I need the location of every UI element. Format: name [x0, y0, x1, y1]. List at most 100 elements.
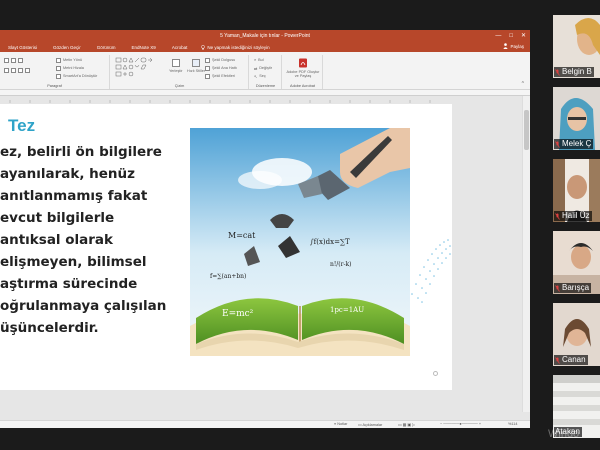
normal-view-icon[interactable]: ▭: [398, 423, 402, 427]
paint-bucket-icon: [205, 57, 210, 63]
microphone-muted-icon: [555, 212, 560, 220]
decorative-wave-dots: [411, 239, 451, 303]
close-button[interactable]: ✕: [521, 30, 526, 42]
participant-name: Barışça: [562, 283, 590, 292]
slide-canvas[interactable]: Tez ez, belirli ön bilgilere ayanılarak,…: [0, 104, 452, 390]
svg-text:n!/(r-k): n!/(r-k): [330, 261, 352, 268]
scrollbar-thumb[interactable]: [524, 110, 529, 150]
body-line-9[interactable]: üşüncelerdir.: [0, 320, 99, 336]
arrange-icon: [171, 59, 180, 67]
participant-tile-2[interactable]: Melek Ç: [553, 87, 600, 150]
zoom-slider[interactable]: − ──────●────── +: [440, 422, 481, 426]
drawing-group: Yerleştir Hızlı Stiller Şekil Dolgusu Şe…: [111, 55, 249, 89]
align-buttons[interactable]: [4, 67, 30, 73]
ruler-ticks: [9, 100, 431, 103]
quick-styles-button[interactable]: Hızlı Stiller: [187, 59, 205, 73]
body-line-7[interactable]: aştırma sürecinde: [0, 276, 137, 292]
notes-label: Notlar: [337, 422, 348, 426]
smartart-button[interactable]: SmartArt'a Dönüştür: [56, 73, 97, 79]
participant-name-tag: Halil Üz: [554, 211, 592, 221]
list-buttons[interactable]: [4, 57, 23, 63]
tell-me-text: Ne yapmak istediğinizi söyleyin: [207, 44, 270, 50]
select-button[interactable]: ↖ Seç: [254, 73, 266, 79]
smartart-label: SmartArt'a Dönüştür: [63, 74, 98, 78]
zoom-level[interactable]: %114: [508, 422, 517, 426]
screen: 5 Yaman_Makale için tınlar - PowerPoint …: [0, 0, 600, 450]
shape-effects-button[interactable]: Şekil Efektleri: [205, 73, 235, 79]
collapse-ribbon-icon[interactable]: ^: [522, 81, 524, 87]
tab-slide-show[interactable]: Slayt Gösterisi: [0, 45, 45, 50]
participant-name: Belgin B: [562, 67, 592, 76]
comments-label: Açıklamalar: [362, 423, 383, 427]
adobe-pdf-icon: [299, 58, 307, 68]
body-line-3[interactable]: anıtlanmamış fakat: [0, 188, 147, 204]
body-line-4[interactable]: evcut bilgilerle: [0, 210, 114, 226]
adobe-group: Adobe PDF Oluştur ve Paylaş Adobe Acroba…: [283, 55, 323, 89]
participant-tile-1[interactable]: Belgin B: [553, 15, 600, 78]
lightbulb-icon: [201, 44, 206, 50]
quick-styles-label: Hızlı Stiller: [187, 69, 206, 73]
arrange-button[interactable]: Yerleştir: [169, 59, 183, 73]
share-button[interactable]: Paylaş: [503, 43, 524, 51]
minimize-button[interactable]: —: [495, 30, 501, 42]
tab-acrobat[interactable]: Acrobat: [164, 45, 196, 50]
tell-me-search[interactable]: Ne yapmak istediğinizi söyleyin: [201, 44, 270, 50]
bullets-icon: [4, 57, 9, 63]
editing-group: ⌕ Bul ⇄ Değiştir ↖ Seç Düzenleme: [250, 55, 282, 89]
shapes-gallery-icon[interactable]: [115, 57, 165, 79]
replace-icon: ⇄: [254, 66, 258, 71]
align-text-label: Metni Hizala: [63, 66, 84, 70]
windows-activation-watermark: Windo: [548, 428, 580, 440]
drawing-group-label: Çizim: [174, 84, 185, 88]
view-buttons[interactable]: ▭ ▦ ▣ ▷: [398, 422, 415, 427]
body-line-6[interactable]: elişmeyen, bilimsel: [0, 254, 147, 270]
body-line-5[interactable]: antıksal olarak: [0, 232, 113, 248]
window-title: 5 Yaman_Makale için tınlar - PowerPoint: [220, 33, 310, 39]
shape-fill-button[interactable]: Şekil Dolgusu: [205, 57, 235, 63]
maximize-button[interactable]: □: [509, 30, 513, 42]
justify-icon: [25, 67, 30, 73]
participant-tile-5[interactable]: Canan: [553, 303, 600, 366]
book-illustration-image[interactable]: M=cat ∫f(x)dx=∑T n!/(r-k) f=∑(an+bn) E=m…: [190, 128, 410, 356]
shape-effects-label: Şekil Efektleri: [212, 74, 236, 78]
ruler: [0, 90, 530, 103]
find-button[interactable]: ⌕ Bul: [254, 57, 264, 63]
tab-endnote[interactable]: EndNote X9: [124, 45, 164, 50]
adobe-pdf-label: Adobe PDF Oluştur ve Paylaş: [286, 70, 320, 78]
select-label: Seç: [259, 74, 266, 78]
numbering-icon: [11, 57, 16, 63]
powerpoint-window: 5 Yaman_Makale için tınlar - PowerPoint …: [0, 30, 530, 428]
replace-button[interactable]: ⇄ Değiştir: [254, 65, 272, 71]
comments-button[interactable]: ▭ Açıklamalar: [358, 422, 382, 427]
editing-group-label: Düzenleme: [255, 84, 276, 88]
body-line-1[interactable]: ez, belirli ön bilgilere: [0, 144, 162, 160]
ribbon: Metin Yönü Metni Hizala SmartArt'a Dönüş…: [0, 52, 530, 90]
align-text-button[interactable]: Metni Hizala: [56, 65, 84, 71]
text-direction-button[interactable]: Metin Yönü: [56, 57, 82, 63]
shape-outline-button[interactable]: Şekil Ana Hattı: [205, 65, 237, 71]
body-line-2[interactable]: ayanılarak, henüz: [0, 166, 135, 182]
text-direction-label: Metin Yönü: [63, 58, 83, 62]
align-left-icon: [4, 67, 9, 73]
notes-button[interactable]: ≡ Notlar: [334, 422, 347, 426]
search-icon: ⌕: [254, 58, 257, 62]
participant-name-tag: Barışça: [554, 283, 592, 293]
participant-tile-3[interactable]: Halil Üz: [553, 159, 600, 222]
tab-review[interactable]: Gözden Geçir: [45, 45, 89, 50]
slide-sorter-icon[interactable]: ▦: [403, 423, 407, 427]
tab-view[interactable]: Görünüm: [89, 45, 124, 50]
participant-tile-4[interactable]: Barışça: [553, 231, 600, 294]
smartart-icon: [56, 73, 61, 79]
body-line-8[interactable]: oğrulanmaya çalışılan: [0, 298, 166, 314]
slideshow-icon[interactable]: ▷: [412, 423, 415, 427]
participant-name: Canan: [562, 355, 586, 364]
shape-outline-label: Şekil Ana Hattı: [212, 66, 237, 70]
reading-view-icon[interactable]: ▣: [407, 423, 411, 427]
adobe-pdf-button[interactable]: Adobe PDF Oluştur ve Paylaş: [285, 58, 321, 78]
svg-text:f=∑(an+bn): f=∑(an+bn): [210, 273, 246, 280]
svg-text:∫f(x)dx=∑T: ∫f(x)dx=∑T: [310, 238, 350, 246]
microphone-muted-icon: [555, 68, 560, 76]
vertical-scrollbar[interactable]: [522, 96, 530, 412]
slide-title[interactable]: Tez: [8, 116, 35, 136]
align-right-icon: [18, 67, 23, 73]
